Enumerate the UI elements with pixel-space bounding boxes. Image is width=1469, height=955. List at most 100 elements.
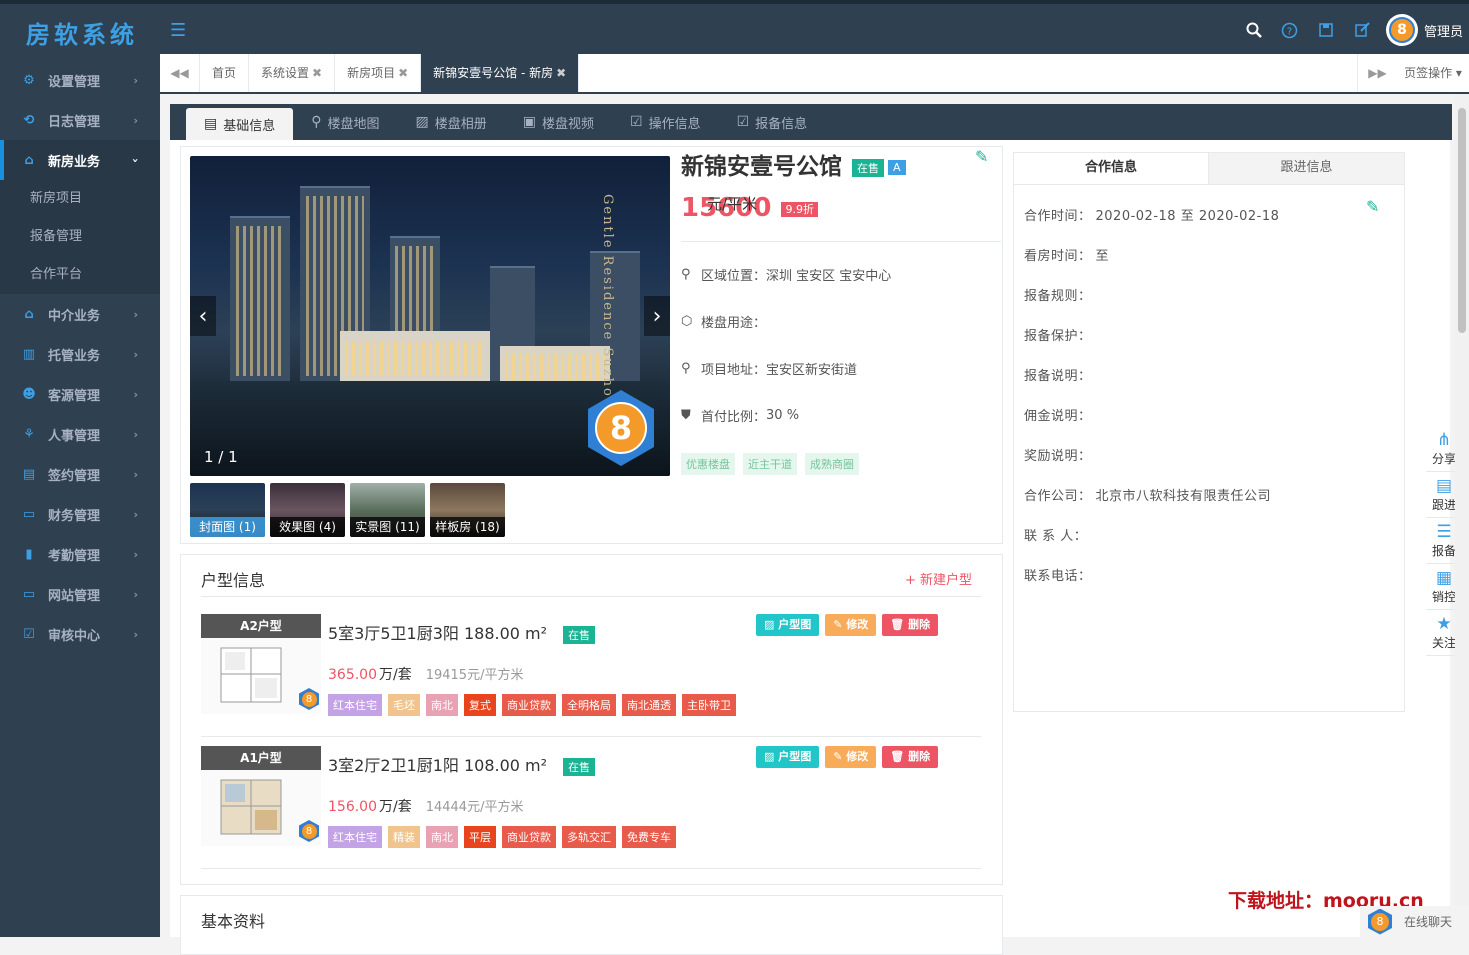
sidebar-item-0[interactable]: ⚙设置管理›	[0, 60, 160, 100]
unit-tag: 商业贷款	[502, 694, 556, 716]
sidebar-item-3[interactable]: ⌂中介业务›	[0, 294, 160, 334]
gallery-next-button[interactable]: ›	[644, 296, 670, 336]
edit-project-icon[interactable]: ✎	[975, 147, 988, 166]
delete-unit-button[interactable]: 🗑 删除	[882, 746, 938, 768]
sidebar-item-label: 中介业务	[48, 305, 100, 324]
monitor-icon: ▭	[20, 585, 38, 603]
edit-coop-icon[interactable]: ✎	[1366, 197, 1379, 216]
page-tab[interactable]: 新房项目✖	[335, 54, 421, 92]
menu-toggle-icon[interactable]: ☰	[170, 20, 186, 41]
chevron-right-icon: ›	[133, 388, 138, 401]
page-tab[interactable]: 首页	[200, 54, 249, 92]
detail-tab[interactable]: ⚲楼盘地图	[293, 104, 397, 140]
coop-tab[interactable]: 合作信息	[1014, 153, 1209, 184]
unit-tag: 多轨交汇	[562, 826, 616, 848]
page-tab[interactable]: 新锦安壹号公馆 - 新房✖	[421, 54, 579, 92]
sidebar-subitem[interactable]: 合作平台	[0, 256, 160, 294]
gallery-thumbnail[interactable]: 效果图 (4)	[270, 483, 345, 537]
tabs-scroll-right-icon[interactable]: ▶▶	[1357, 54, 1397, 92]
logo-badge-icon: 8	[299, 688, 319, 710]
close-icon[interactable]: ✖	[398, 66, 408, 80]
unit-tag: 复式	[464, 694, 496, 716]
edit-icon: ✎	[833, 750, 846, 763]
chevron-right-icon: ›	[133, 308, 138, 321]
help-icon[interactable]: ?	[1272, 12, 1308, 48]
detail-tab[interactable]: ▤基础信息	[186, 108, 293, 140]
sidebar-item-8[interactable]: ▭财务管理›	[0, 494, 160, 534]
gallery-thumbnail[interactable]: 样板房 (18)	[430, 483, 505, 537]
unit-tag: 免费专车	[622, 826, 676, 848]
detail-tab[interactable]: ☑操作信息	[612, 104, 719, 140]
unit-tag: 南北通透	[622, 694, 676, 716]
project-title: 新锦安壹号公馆在售A	[681, 147, 906, 181]
content-panel: ▤基础信息⚲楼盘地图▨楼盘相册▣楼盘视频☑操作信息☑报备信息 Gentle Re…	[170, 104, 1450, 937]
unit-tag: 平层	[464, 826, 496, 848]
chevron-right-icon: ›	[133, 588, 138, 601]
close-icon[interactable]: ✖	[312, 66, 322, 80]
floorplan-image[interactable]: A1户型8	[201, 746, 321, 846]
status-badge: 在售	[563, 626, 595, 644]
gallery-prev-button[interactable]: ‹	[190, 296, 216, 336]
new-unit-button[interactable]: + 新建户型	[905, 569, 972, 588]
gallery-thumbnail[interactable]: 实景图 (11)	[350, 483, 425, 537]
basic-info-title: 基本资料	[201, 908, 265, 932]
sidebar-item-label: 新房业务	[48, 151, 100, 170]
sidebar-item-label: 日志管理	[48, 111, 100, 130]
tabs-scroll-left-icon[interactable]: ◀◀	[160, 54, 200, 92]
search-icon[interactable]	[1236, 12, 1272, 48]
sidebar-item-6[interactable]: ⚘人事管理›	[0, 414, 160, 454]
sidebar-item-11[interactable]: ☑审核中心›	[0, 614, 160, 654]
sidebar-item-label: 托管业务	[48, 345, 100, 364]
sidebar-subitem[interactable]: 报备管理	[0, 218, 160, 256]
sidebar-item-4[interactable]: ▥托管业务›	[0, 334, 160, 374]
gallery-thumbnail[interactable]: 封面图 (1)	[190, 483, 265, 537]
sidebar-item-9[interactable]: ▮考勤管理›	[0, 534, 160, 574]
detail-tab[interactable]: ▨楼盘相册	[398, 104, 505, 140]
app-logo[interactable]: 房软系统	[0, 0, 160, 60]
floorplan-button[interactable]: ▨ 户型图	[756, 614, 819, 636]
sidebar-item-10[interactable]: ▭网站管理›	[0, 574, 160, 614]
sidebar-item-5[interactable]: ☻客源管理›	[0, 374, 160, 414]
avatar[interactable]: 8	[1386, 14, 1418, 46]
page-ops-dropdown[interactable]: 页签操作 ▾	[1397, 54, 1469, 92]
online-chat-button[interactable]: 8在线聊天	[1360, 906, 1469, 937]
detail-tabs: ▤基础信息⚲楼盘地图▨楼盘相册▣楼盘视频☑操作信息☑报备信息	[170, 104, 1452, 140]
unit-tags: 红本住宅精装南北平层商业贷款多轨交汇免费专车	[328, 826, 682, 848]
detail-tab[interactable]: ☑报备信息	[719, 104, 826, 140]
sidebar-item-7[interactable]: ▤签约管理›	[0, 454, 160, 494]
gear-icon: ⚙	[20, 71, 38, 89]
sidebar-subitem[interactable]: 新房项目	[0, 180, 160, 218]
page-scrollbar[interactable]	[1455, 94, 1469, 937]
edit-unit-button[interactable]: ✎ 修改	[825, 614, 876, 636]
floorplan-image[interactable]: A2户型8	[201, 614, 321, 714]
check-icon: ☑	[20, 625, 38, 643]
close-icon[interactable]: ✖	[556, 66, 566, 80]
chevron-right-icon: ›	[133, 508, 138, 521]
sidebar-submenu: 新房项目报备管理合作平台	[0, 180, 160, 294]
sidebar-item-2[interactable]: ⌂新房业务›	[0, 140, 160, 180]
edit-unit-button[interactable]: ✎ 修改	[825, 746, 876, 768]
username[interactable]: 管理员	[1424, 21, 1463, 40]
save-icon[interactable]	[1308, 12, 1344, 48]
unit-tag: 精装	[388, 826, 420, 848]
feature-tag: 成熟商圈	[805, 453, 859, 475]
sidebar-item-label: 签约管理	[48, 465, 100, 484]
sidebar: 房软系统 ⚙设置管理›⟲日志管理›⌂新房业务›新房项目报备管理合作平台⌂中介业务…	[0, 0, 160, 937]
edit-icon[interactable]	[1344, 12, 1380, 48]
unit-tag: 南北	[426, 826, 458, 848]
page-tab[interactable]: 系统设置✖	[249, 54, 335, 92]
unit-title: 5室3厅5卫1厨3阳 188.00 m²在售	[328, 620, 595, 644]
shield-icon: ⛊	[681, 408, 697, 423]
org-icon: ⚘	[20, 425, 38, 443]
detail-tab[interactable]: ▣楼盘视频	[505, 104, 612, 140]
coop-row: 合作时间：2020-02-18 至 2020-02-18	[1024, 205, 1279, 224]
image-icon: ▨	[416, 114, 429, 130]
top-bar: ☰ ? 8 管理员	[160, 0, 1469, 54]
coop-tab[interactable]: 跟进信息	[1209, 153, 1404, 184]
unit-actions: ▨ 户型图 ✎ 修改 🗑 删除	[756, 746, 944, 768]
delete-unit-button[interactable]: 🗑 删除	[882, 614, 938, 636]
project-gallery[interactable]: Gentle Residence Suzhou ‹ › 1 / 1 8	[190, 156, 670, 476]
sidebar-item-1[interactable]: ⟲日志管理›	[0, 100, 160, 140]
floorplan-button[interactable]: ▨ 户型图	[756, 746, 819, 768]
unit-item: A1户型83室2厅2卫1厨1阳 108.00 m²在售156.00万/套1444…	[201, 746, 991, 856]
